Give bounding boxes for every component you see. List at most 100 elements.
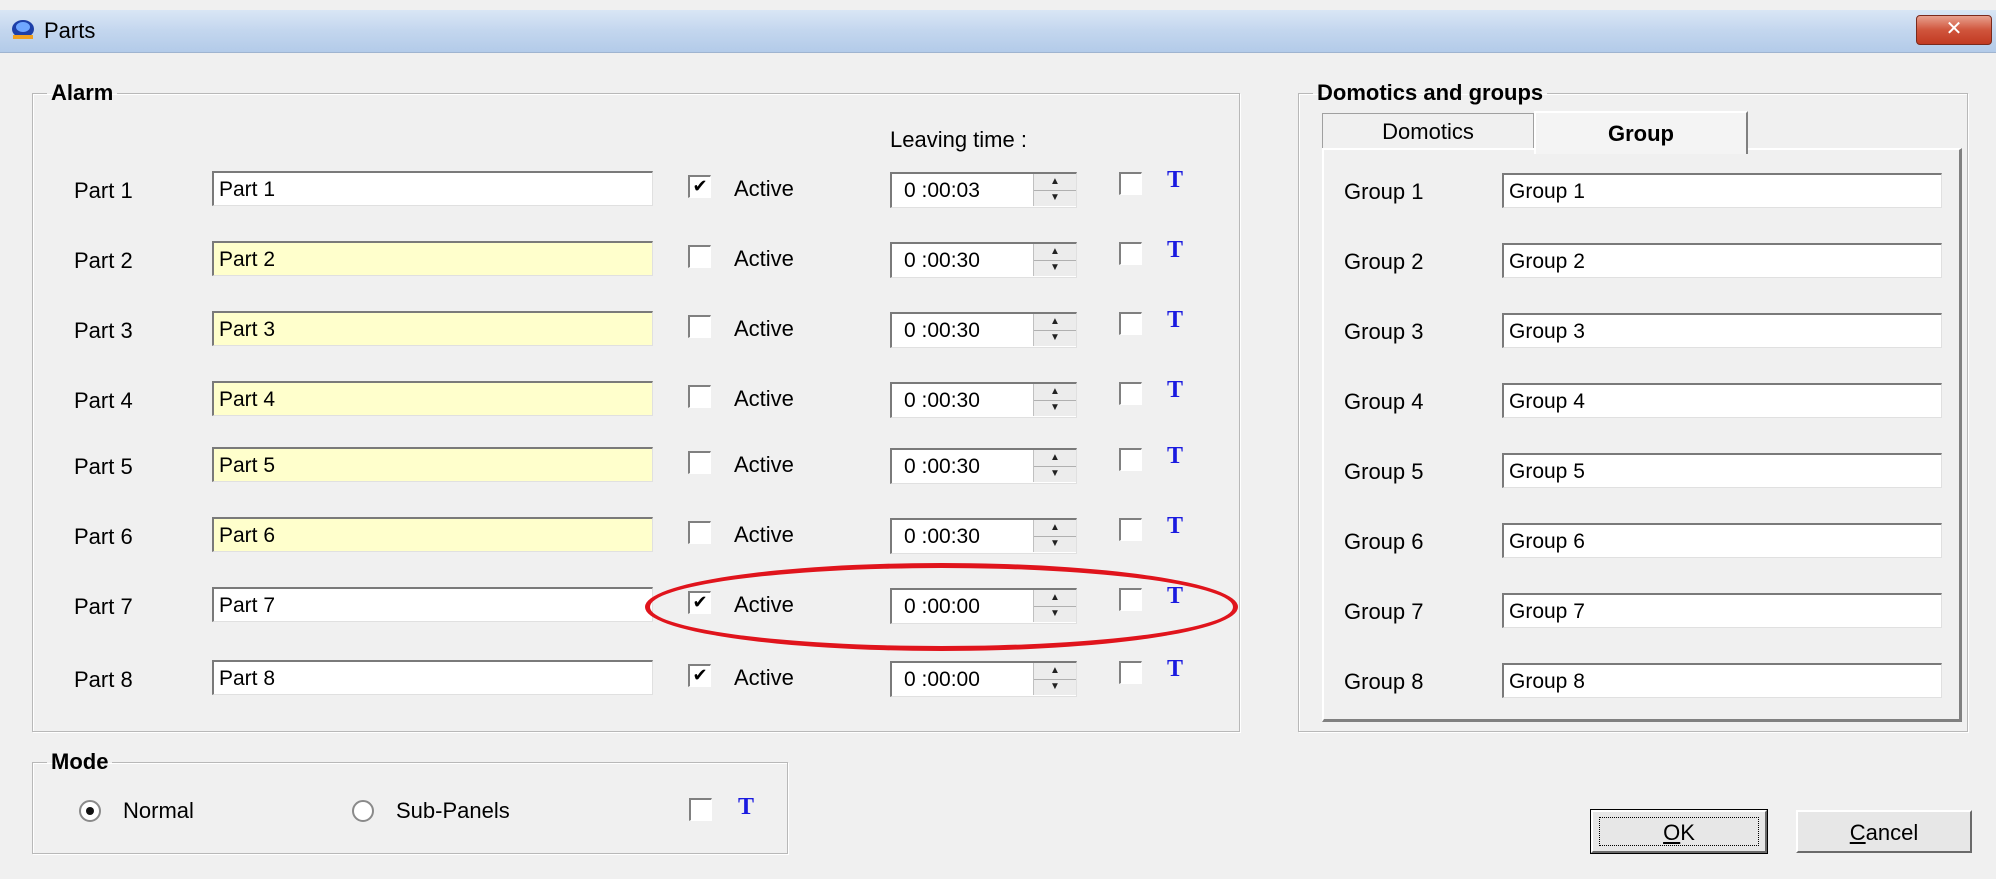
spin-down-icon[interactable]: ▼ — [1034, 330, 1076, 346]
t-checkbox[interactable] — [1119, 172, 1142, 195]
active-checkbox[interactable]: ✔ — [688, 664, 711, 687]
group-name-field[interactable] — [1502, 173, 1942, 208]
leaving-time-value: 0 :00:03 — [904, 179, 980, 202]
spin-up-icon[interactable]: ▲ — [1034, 450, 1076, 467]
active-checkbox[interactable] — [688, 245, 711, 268]
group-name-field[interactable] — [1502, 523, 1942, 558]
ok-mnemonic: O — [1663, 820, 1681, 845]
group-name-field[interactable] — [1502, 383, 1942, 418]
group-label: Group 1 — [1344, 179, 1424, 204]
group-label: Group 4 — [1344, 389, 1424, 414]
group-label: Group 6 — [1344, 529, 1424, 554]
spin-down-icon[interactable]: ▼ — [1034, 466, 1076, 482]
part-label: Part 2 — [74, 248, 133, 273]
spin-up-icon[interactable]: ▲ — [1034, 314, 1076, 331]
mode-t-checkbox[interactable] — [689, 798, 712, 821]
part-label: Part 4 — [74, 388, 133, 413]
ok-label-rest: K — [1680, 820, 1695, 845]
t-button[interactable]: T — [1167, 307, 1183, 334]
leaving-time-spinner[interactable]: 0 :00:03 ▲ ▼ — [890, 172, 1077, 208]
leaving-time-spinner[interactable]: 0 :00:30 ▲ ▼ — [890, 382, 1077, 418]
t-checkbox[interactable] — [1119, 518, 1142, 541]
spin-down-icon[interactable]: ▼ — [1034, 400, 1076, 416]
spin-down-icon[interactable]: ▼ — [1034, 536, 1076, 552]
t-checkbox[interactable] — [1119, 588, 1142, 611]
leaving-time-spinner[interactable]: 0 :00:00 ▲ ▼ — [890, 661, 1077, 697]
leaving-time-spinner[interactable]: 0 :00:30 ▲ ▼ — [890, 312, 1077, 348]
spin-arrows: ▲ ▼ — [1033, 174, 1076, 206]
t-button[interactable]: T — [1167, 167, 1183, 194]
t-checkbox[interactable] — [1119, 242, 1142, 265]
group-name-field[interactable] — [1502, 313, 1942, 348]
group-label: Group 2 — [1344, 249, 1424, 274]
spin-up-icon[interactable]: ▲ — [1034, 520, 1076, 537]
group-name-field[interactable] — [1502, 663, 1942, 698]
group-label: Group 7 — [1344, 599, 1424, 624]
close-button[interactable]: ✕ — [1916, 15, 1992, 45]
domotics-legend: Domotics and groups — [1317, 80, 1544, 105]
part-name-field[interactable] — [212, 381, 653, 416]
title-bar: Parts ✕ — [0, 10, 1996, 53]
active-checkbox[interactable] — [688, 385, 711, 408]
t-button[interactable]: T — [1167, 513, 1183, 540]
radio-sub-panels-label: Sub-Panels — [396, 798, 510, 823]
spin-up-icon[interactable]: ▲ — [1034, 244, 1076, 261]
leaving-time-value: 0 :00:00 — [904, 668, 980, 691]
t-button[interactable]: T — [1167, 377, 1183, 404]
leaving-time-spinner[interactable]: 0 :00:30 ▲ ▼ — [890, 242, 1077, 278]
group-label: Group 5 — [1344, 459, 1424, 484]
active-label: Active — [734, 246, 794, 271]
leaving-time-value: 0 :00:30 — [904, 525, 980, 548]
group-name-field[interactable] — [1502, 453, 1942, 488]
ok-button[interactable]: OK — [1590, 809, 1768, 854]
spin-up-icon[interactable]: ▲ — [1034, 174, 1076, 191]
t-checkbox[interactable] — [1119, 382, 1142, 405]
close-icon: ✕ — [1945, 18, 1963, 40]
leaving-time-label: Leaving time : — [890, 127, 1027, 152]
spin-down-icon[interactable]: ▼ — [1034, 679, 1076, 695]
part-name-field[interactable] — [212, 447, 653, 482]
part-label: Part 1 — [74, 178, 133, 203]
part-name-field[interactable] — [212, 587, 653, 622]
spin-arrows: ▲ ▼ — [1033, 663, 1076, 695]
active-label: Active — [734, 665, 794, 690]
active-checkbox[interactable] — [688, 315, 711, 338]
radio-normal[interactable] — [79, 800, 101, 822]
leaving-time-spinner[interactable]: 0 :00:00 ▲ ▼ — [890, 588, 1077, 624]
window-title: Parts — [44, 18, 96, 43]
spin-down-icon[interactable]: ▼ — [1034, 190, 1076, 206]
leaving-time-spinner[interactable]: 0 :00:30 ▲ ▼ — [890, 518, 1077, 554]
group-name-field[interactable] — [1502, 593, 1942, 628]
leaving-time-spinner[interactable]: 0 :00:30 ▲ ▼ — [890, 448, 1077, 484]
active-checkbox[interactable]: ✔ — [688, 175, 711, 198]
tab-domotics[interactable]: Domotics — [1322, 113, 1534, 149]
part-name-field[interactable] — [212, 171, 653, 206]
active-checkbox[interactable]: ✔ — [688, 591, 711, 614]
t-button[interactable]: T — [1167, 237, 1183, 264]
active-checkbox[interactable] — [688, 451, 711, 474]
t-button[interactable]: T — [1167, 656, 1183, 683]
spin-down-icon[interactable]: ▼ — [1034, 606, 1076, 622]
part-name-field[interactable] — [212, 311, 653, 346]
t-button[interactable]: T — [1167, 583, 1183, 610]
spin-down-icon[interactable]: ▼ — [1034, 260, 1076, 276]
mode-t-button[interactable]: T — [738, 794, 754, 821]
radio-sub-panels[interactable] — [352, 800, 374, 822]
part-name-field[interactable] — [212, 517, 653, 552]
spin-up-icon[interactable]: ▲ — [1034, 663, 1076, 680]
mode-legend: Mode — [51, 749, 109, 774]
t-checkbox[interactable] — [1119, 312, 1142, 335]
tab-group[interactable]: Group — [1534, 111, 1748, 154]
cancel-button[interactable]: Cancel — [1796, 810, 1972, 853]
t-button[interactable]: T — [1167, 443, 1183, 470]
part-name-field[interactable] — [212, 660, 653, 695]
active-checkbox[interactable] — [688, 521, 711, 544]
spin-up-icon[interactable]: ▲ — [1034, 384, 1076, 401]
spin-up-icon[interactable]: ▲ — [1034, 590, 1076, 607]
t-checkbox[interactable] — [1119, 448, 1142, 471]
checkmark-icon: ✔ — [692, 592, 708, 612]
part-name-field[interactable] — [212, 241, 653, 276]
t-checkbox[interactable] — [1119, 661, 1142, 684]
part-label: Part 3 — [74, 318, 133, 343]
group-name-field[interactable] — [1502, 243, 1942, 278]
